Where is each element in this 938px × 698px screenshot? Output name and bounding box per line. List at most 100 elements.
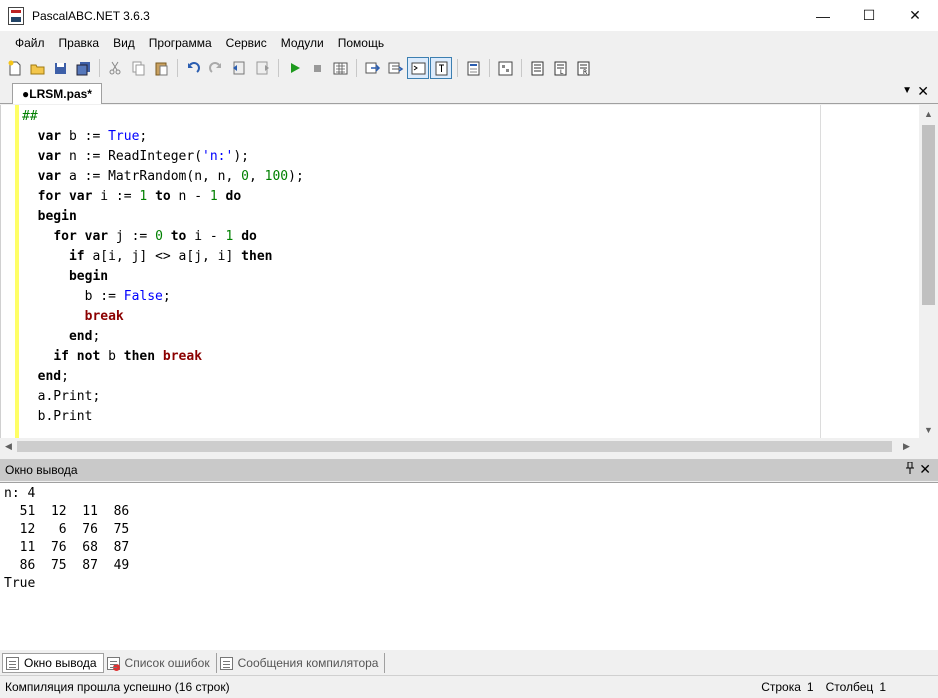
toolbar-separator [177,59,178,77]
output-panel-title: Окно вывода [5,463,78,477]
scroll-up-icon[interactable]: ▲ [919,105,938,122]
code-line: ## [22,107,304,127]
code-line: begin [22,207,304,227]
toolbar-separator [521,59,522,77]
tab-output-window-label: Окно вывода [24,656,97,670]
menu-view[interactable]: Вид [106,32,142,54]
save-icon[interactable] [49,57,71,79]
change-marker-bar [15,105,19,438]
code-token: break [162,349,203,364]
scroll-right-icon[interactable]: ▶ [898,438,915,455]
code-token: for var [53,229,109,244]
stop-icon[interactable] [306,57,328,79]
code-token: 100 [264,169,289,184]
code-token: a[i, j] <> a[j, i] [84,249,242,264]
bottom-tab-bar: Окно вывода Список ошибок Сообщения комп… [0,651,938,675]
indent-right-icon[interactable] [251,57,273,79]
code-token: do [241,229,257,244]
code-token: then [123,349,156,364]
status-message: Компиляция прошла успешно (16 строк) [5,680,230,694]
scroll-left-icon[interactable]: ◀ [0,438,17,455]
tab-compiler-messages-label: Сообщения компилятора [237,656,379,670]
code-line: b.Print [22,407,304,427]
code-token: for var [37,189,93,204]
tab-list-dropdown-icon[interactable]: ▼ [902,85,912,96]
code-token: 'n:' [202,149,234,164]
minimize-button[interactable]: — [800,0,846,31]
code-line: a.Print; [22,387,304,407]
scroll-down-icon[interactable]: ▼ [919,421,938,438]
menu-program[interactable]: Программа [142,32,219,54]
editor-horizontal-scrollbar[interactable]: ◀ ▶ [0,438,919,455]
output-panel-header: Окно вывода ✕ [0,459,938,481]
code-editor[interactable]: ## var b := True; var n := ReadInteger('… [0,105,938,438]
code-token: var [37,169,62,184]
text-mode-icon[interactable] [430,57,452,79]
line-number: 1 [806,680,814,694]
editor-vertical-scrollbar[interactable]: ▲ ▼ [919,105,938,438]
maximize-button[interactable]: ☐ [846,0,892,31]
local-vars-icon[interactable]: L [549,57,571,79]
console-icon[interactable] [407,57,429,79]
run-icon[interactable] [283,57,305,79]
toolbar: LR [0,55,938,81]
code-line: end; [22,367,304,387]
code-token: do [225,189,242,204]
watch-icon[interactable]: R [572,57,594,79]
code-line: if a[i, j] <> a[j, i] then [22,247,304,267]
vertical-scroll-thumb[interactable] [922,125,935,305]
code-token: ); [233,149,249,164]
menu-help[interactable]: Помощь [331,32,391,54]
tab-close-icon[interactable]: ✕ [917,83,929,100]
code-token: 0 [241,169,249,184]
code-line: break [22,307,304,327]
step-into-icon[interactable] [361,57,383,79]
open-folder-icon[interactable] [26,57,48,79]
code-token: end [68,329,93,344]
output-line: 51 12 11 86 [4,504,130,519]
code-template-icon[interactable] [494,57,516,79]
toolbar-separator [278,59,279,77]
code-token: b := [22,289,124,304]
code-text[interactable]: ## var b := True; var n := ReadInteger('… [22,107,304,427]
horizontal-scroll-thumb[interactable] [17,441,892,452]
toolbar-separator [99,59,100,77]
form-designer-icon[interactable] [462,57,484,79]
toolbar-separator [356,59,357,77]
tab-output-window[interactable]: Окно вывода [2,653,104,673]
code-line: var b := True; [22,127,304,147]
output-close-icon[interactable]: ✕ [919,461,931,478]
code-token: then [241,249,273,264]
pin-icon[interactable] [905,461,915,477]
cut-icon[interactable] [104,57,126,79]
redo-icon[interactable] [205,57,227,79]
debug-window-icon[interactable] [526,57,548,79]
menu-modules[interactable]: Модули [274,32,331,54]
tab-error-list[interactable]: Список ошибок [104,653,217,673]
menu-edit[interactable]: Правка [52,32,107,54]
menu-service[interactable]: Сервис [219,32,274,54]
close-button[interactable]: ✕ [892,0,938,31]
paste-icon[interactable] [150,57,172,79]
tab-compiler-messages[interactable]: Сообщения компилятора [217,653,386,673]
code-token: if [68,249,85,264]
copy-icon[interactable] [127,57,149,79]
save-all-icon[interactable] [72,57,94,79]
tab-lrsm-pas[interactable]: ●LRSM.pas* [12,83,102,104]
new-file-icon[interactable] [3,57,25,79]
output-window[interactable]: n: 4 51 12 11 86 12 6 76 75 11 76 68 87 … [0,482,938,650]
compiler-messages-icon [219,656,233,670]
undo-icon[interactable] [182,57,204,79]
code-token: n - [170,189,210,204]
indent-left-icon[interactable] [228,57,250,79]
menu-file[interactable]: Файл [8,32,52,54]
code-token: to [170,229,187,244]
step-over-icon[interactable] [384,57,406,79]
compile-icon[interactable] [329,57,351,79]
